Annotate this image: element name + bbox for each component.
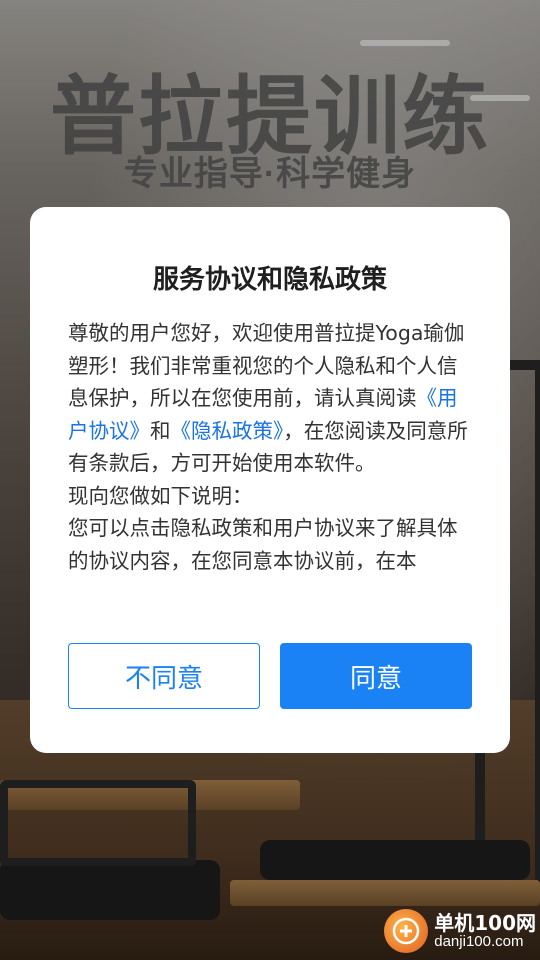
watermark-url: danji100.com — [434, 932, 524, 950]
body-paragraph-1: 尊敬的用户您好，欢迎使用普拉提Yoga瑜伽塑形！我们非常重视您的个人隐私和个人信… — [68, 317, 474, 480]
dialog-body[interactable]: 尊敬的用户您好，欢迎使用普拉提Yoga瑜伽塑形！我们非常重视您的个人隐私和个人信… — [68, 317, 474, 617]
body-text-1: 尊敬的用户您好，欢迎使用普拉提Yoga瑜伽塑形！我们非常重视您的个人隐私和个人信… — [68, 321, 465, 410]
dialog-buttons: 不同意 同意 — [68, 643, 472, 709]
body-text-and: 和 — [150, 418, 171, 443]
watermark-logo-icon — [384, 909, 429, 953]
privacy-policy-link[interactable]: 《隐私政策》 — [171, 419, 284, 443]
watermark: 单机100网 danji100.com — [384, 906, 536, 956]
body-paragraph-2: 现向您做如下说明： — [68, 483, 253, 508]
dialog-title: 服务协议和隐私政策 — [152, 265, 387, 295]
agreement-dialog: 服务协议和隐私政策 尊敬的用户您好，欢迎使用普拉提Yoga瑜伽塑形！我们非常重视… — [30, 207, 510, 753]
disagree-button[interactable]: 不同意 — [68, 643, 260, 709]
agree-button[interactable]: 同意 — [280, 643, 472, 709]
watermark-name: 单机100网 — [434, 910, 536, 935]
body-paragraph-3: 您可以点击隐私政策和用户协议来了解具体的协议内容，在您同意本协议前，在本 — [68, 516, 458, 573]
